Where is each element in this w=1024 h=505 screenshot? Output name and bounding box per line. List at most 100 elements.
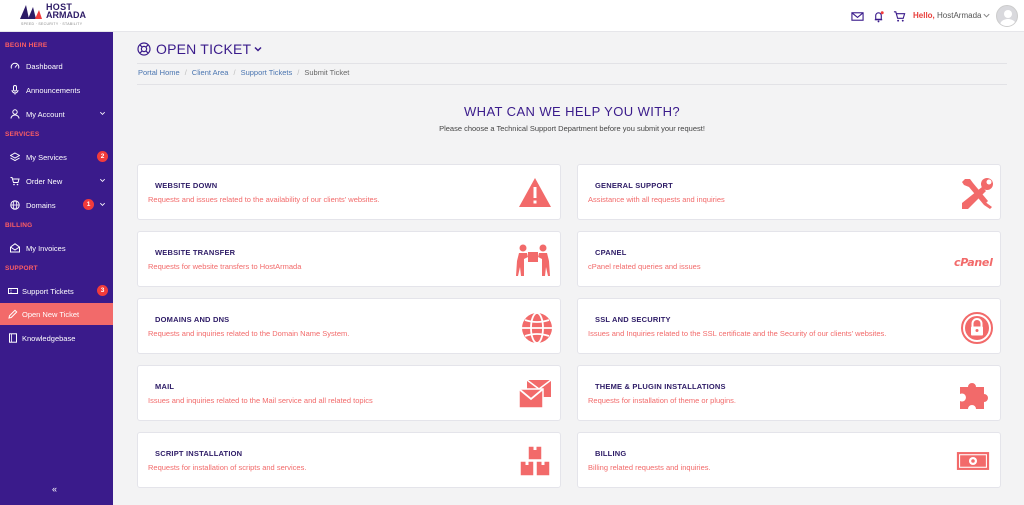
sidebar-item-domains[interactable]: Domains 1 <box>0 194 113 216</box>
globe-icon <box>522 312 552 344</box>
envelopes-icon <box>518 379 552 409</box>
microphone-icon <box>11 85 19 95</box>
chevron-down-icon <box>100 111 105 115</box>
department-card-website-down[interactable]: WEBSITE DOWN Requests and issues related… <box>137 164 561 220</box>
padlock-icon <box>961 312 993 344</box>
sidebar-item-label: My Services <box>26 152 67 162</box>
department-description: Issues and Inquiries related to the SSL … <box>588 329 887 338</box>
section-begin-here: BEGIN HERE <box>5 42 48 49</box>
department-description: Billing related requests and inquiries. <box>588 463 711 472</box>
sidebar-item-knowledgebase[interactable]: Knowledgebase <box>0 327 113 349</box>
chevron-down-icon[interactable] <box>982 11 991 20</box>
avatar-head-shape <box>1004 10 1012 18</box>
breadcrumb-separator: / <box>233 68 236 77</box>
department-description: Assistance with all requests and inquiri… <box>588 195 725 204</box>
breadcrumb-support-tickets[interactable]: Support Tickets <box>241 68 293 77</box>
sidebar-item-support-tickets[interactable]: Support Tickets 3 <box>0 280 113 302</box>
sidebar-item-announcements[interactable]: Announcements <box>0 79 113 101</box>
sidebar-item-label: My Account <box>26 109 65 119</box>
greeting-text: Hello, <box>913 11 935 20</box>
domains-count-badge: 1 <box>83 199 94 210</box>
avatar-body-shape <box>1000 19 1016 26</box>
mail-icon[interactable] <box>851 10 864 23</box>
hostarmada-logo[interactable]: HOST ARMADA SPEED · SECURITY · STABILITY <box>20 3 90 29</box>
people-carrying-box-icon <box>516 244 550 276</box>
page-title-dropdown[interactable]: OPEN TICKET <box>137 41 262 57</box>
book-icon <box>9 333 17 343</box>
department-title: BILLING <box>595 449 627 458</box>
breadcrumb-client-area[interactable]: Client Area <box>192 68 229 77</box>
department-title: THEME & PLUGIN INSTALLATIONS <box>595 382 726 391</box>
department-description: Requests and inquiries related to the Do… <box>148 329 350 338</box>
department-description: cPanel related queries and issues <box>588 262 701 271</box>
lifebuoy-icon <box>137 42 151 56</box>
banknote-icon <box>956 452 990 470</box>
department-description: Requests for installation of scripts and… <box>148 463 307 472</box>
department-title: WEBSITE TRANSFER <box>155 248 236 257</box>
breadcrumb-portal-home[interactable]: Portal Home <box>138 68 180 77</box>
puzzle-piece-icon <box>960 383 988 409</box>
sidebar-item-my-account[interactable]: My Account <box>0 103 113 125</box>
department-title: SCRIPT INSTALLATION <box>155 449 243 458</box>
divider <box>137 84 1007 85</box>
layers-icon <box>10 152 20 162</box>
department-card-theme-plugin[interactable]: THEME & PLUGIN INSTALLATIONS Requests fo… <box>577 365 1001 421</box>
sidebar-item-label: My Invoices <box>26 243 66 253</box>
department-card-domains-and-dns[interactable]: DOMAINS AND DNS Requests and inquiries r… <box>137 298 561 354</box>
sidebar-item-label: Support Tickets <box>22 286 74 296</box>
sidebar: BEGIN HERE Dashboard Announcements My Ac… <box>0 32 113 505</box>
section-support: SUPPORT <box>5 265 38 272</box>
section-services: SERVICES <box>5 131 40 138</box>
chevron-down-icon <box>100 178 105 182</box>
department-description: Requests for website transfers to HostAr… <box>148 262 302 271</box>
department-card-ssl-and-security[interactable]: SSL AND SECURITY Issues and Inquiries re… <box>577 298 1001 354</box>
sidebar-item-label: Open New Ticket <box>22 309 80 319</box>
department-card-script-installation[interactable]: SCRIPT INSTALLATION Requests for install… <box>137 432 561 488</box>
chevron-down-icon <box>100 202 105 206</box>
sidebar-item-label: Knowledgebase <box>22 333 76 343</box>
department-title: CPANEL <box>595 248 627 257</box>
pencil-icon <box>8 309 18 319</box>
envelope-open-icon <box>10 243 20 253</box>
chevron-down-icon <box>254 46 262 52</box>
logo-tagline: SPEED · SECURITY · STABILITY <box>21 22 83 26</box>
sidebar-item-dashboard[interactable]: Dashboard <box>0 55 113 77</box>
sidebar-collapse-button[interactable]: « <box>52 484 57 494</box>
department-title: SSL AND SECURITY <box>595 315 671 324</box>
ticket-icon <box>8 288 18 294</box>
header-icons <box>851 10 906 23</box>
sidebar-item-label: Domains <box>26 200 56 210</box>
sidebar-item-my-services[interactable]: My Services 2 <box>0 146 113 168</box>
dashboard-gauge-icon <box>10 62 20 69</box>
notification-bell-icon[interactable] <box>872 10 885 23</box>
department-title: GENERAL SUPPORT <box>595 181 673 190</box>
sidebar-item-label: Announcements <box>26 85 81 95</box>
stacked-boxes-icon <box>519 445 551 477</box>
warning-triangle-icon <box>519 178 551 207</box>
user-greeting[interactable]: Hello, HostArmada <box>913 11 981 20</box>
cart-icon <box>10 177 20 186</box>
sidebar-item-label: Order New <box>26 176 63 186</box>
department-card-general-support[interactable]: GENERAL SUPPORT Assistance with all requ… <box>577 164 1001 220</box>
department-card-mail[interactable]: MAIL Issues and inquiries related to the… <box>137 365 561 421</box>
department-card-billing[interactable]: BILLING Billing related requests and inq… <box>577 432 1001 488</box>
department-description: Requests and issues related to the avail… <box>148 195 380 204</box>
department-card-cpanel[interactable]: CPANEL cPanel related queries and issues… <box>577 231 1001 287</box>
logo-text-armada: ARMADA <box>46 10 86 20</box>
department-card-website-transfer[interactable]: WEBSITE TRANSFER Requests for website tr… <box>137 231 561 287</box>
sidebar-item-order-new[interactable]: Order New <box>0 170 113 192</box>
sidebar-item-my-invoices[interactable]: My Invoices <box>0 237 113 259</box>
help-heading: WHAT CAN WE HELP YOU WITH? <box>463 104 681 119</box>
logo-ship-icon <box>20 5 42 19</box>
wrench-screwdriver-icon <box>962 178 993 209</box>
sidebar-item-label: Dashboard <box>26 61 63 71</box>
user-name: HostArmada <box>937 11 982 20</box>
section-billing: BILLING <box>5 222 33 229</box>
help-subheading: Please choose a Technical Support Depart… <box>439 124 705 133</box>
cart-icon[interactable] <box>893 10 906 23</box>
sidebar-item-open-new-ticket[interactable]: Open New Ticket <box>0 303 113 325</box>
page-title: OPEN TICKET <box>156 41 252 57</box>
avatar[interactable] <box>996 5 1018 27</box>
breadcrumb-separator: / <box>184 68 187 77</box>
divider <box>137 63 1007 64</box>
